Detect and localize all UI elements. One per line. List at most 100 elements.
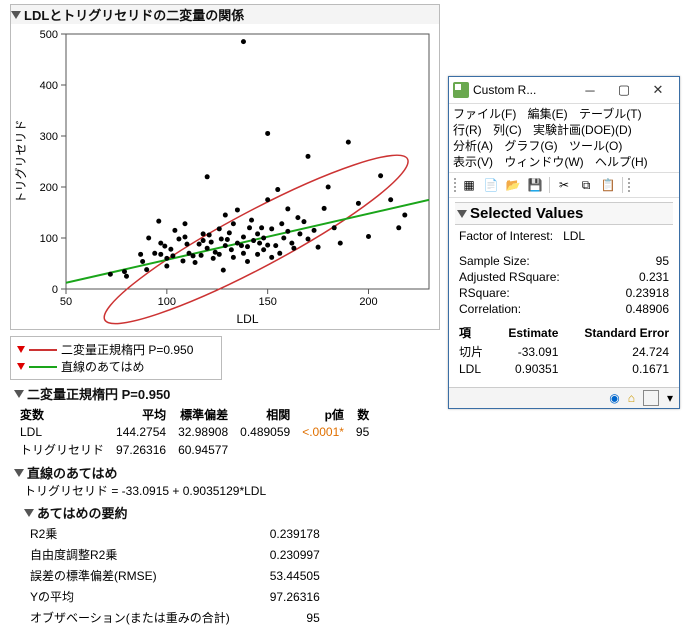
factor-value: LDL [563, 229, 585, 243]
toolbar-grip-icon[interactable] [453, 177, 457, 193]
toolbar-paste-button[interactable]: 📋 [598, 175, 618, 195]
selected-values-header[interactable]: Selected Values [455, 202, 673, 225]
legend-ellipse-label: 二変量正規楕円 P=0.950 [61, 341, 193, 358]
menu-window[interactable]: ウィンドウ(W) [504, 154, 583, 170]
disclosure-triangle-icon[interactable] [14, 390, 24, 398]
svg-text:500: 500 [40, 29, 58, 41]
ellipse-stats-header[interactable]: 二変量正規楕円 P=0.950 [14, 384, 440, 403]
svg-text:100: 100 [40, 233, 58, 245]
ellipse-stats-table: 変数 平均 標準偏差 相関 p値 数 LDL 144.2754 32.98908… [14, 405, 375, 459]
fit-section-header[interactable]: 直線のあてはめ [14, 463, 440, 482]
menu-analyze[interactable]: 分析(A) [453, 138, 493, 154]
menu-tools[interactable]: ツール(O) [569, 138, 622, 154]
col-term: 項 [455, 323, 493, 342]
legend-fit-row[interactable]: 直線のあてはめ [17, 358, 215, 375]
table-row: R2乗0.239178 [26, 524, 324, 543]
app-viewport: LDLとトリグリセリドの二変量の関係 501001502000100200300… [0, 0, 685, 637]
toolbar-open-button[interactable]: 📂 [503, 175, 523, 195]
svg-text:300: 300 [40, 131, 58, 143]
kv-adj-rsq: Adjusted RSquare:0.231 [459, 269, 669, 285]
menu-tables[interactable]: テーブル(T) [579, 106, 642, 122]
disclosure-triangle-icon[interactable] [17, 363, 25, 370]
ellipse-stats-section: 二変量正規楕円 P=0.950 変数 平均 標準偏差 相関 p値 数 LDL 1… [14, 384, 440, 459]
menu-file[interactable]: ファイル(F) [453, 106, 516, 122]
col-sd: 標準偏差 [172, 405, 234, 424]
status-nav-icon[interactable]: ◉ [609, 391, 619, 405]
statusbar: ◉ ⌂ ▾ [449, 387, 679, 408]
col-corr: 相関 [234, 405, 296, 424]
menu-help[interactable]: ヘルプ(H) [595, 154, 648, 170]
stats-block: Sample Size:95 Adjusted RSquare:0.231 RS… [459, 253, 669, 317]
table-row: オブザベーション(または重みの合計)95 [26, 608, 324, 627]
toolbar: ▦ 📄 📂 💾 ✂ ⧉ 📋 [449, 173, 679, 198]
scatter-chart: 501001502000100200300400500LDLトリグリセリド [11, 24, 441, 329]
toolbar-separator [622, 177, 623, 193]
col-se: Standard Error [562, 323, 673, 342]
col-n: 数 [350, 405, 375, 424]
table-row: LDL 0.90351 0.1671 [455, 361, 673, 377]
disclosure-triangle-icon[interactable] [17, 346, 25, 353]
toolbar-separator [549, 177, 550, 193]
svg-text:200: 200 [40, 182, 58, 194]
kv-sample-size: Sample Size:95 [459, 253, 669, 269]
kv-corr: Correlation:0.48906 [459, 301, 669, 317]
estimates-table: 項 Estimate Standard Error 切片 -33.091 24.… [455, 323, 673, 377]
app-icon [453, 82, 469, 98]
legend-line-red-icon [29, 349, 57, 351]
chart-section: LDLとトリグリセリドの二変量の関係 501001502000100200300… [10, 4, 440, 330]
disclosure-triangle-icon[interactable] [457, 210, 467, 218]
toolbar-table-button[interactable]: ▦ [459, 175, 479, 195]
disclosure-triangle-icon[interactable] [24, 509, 34, 517]
fit-summary-header[interactable]: あてはめの要約 [24, 503, 440, 522]
fit-section: 直線のあてはめ トリグリセリド = -33.0915 + 0.9035129*L… [14, 463, 440, 629]
status-dropdown-icon[interactable]: ▾ [667, 391, 673, 405]
fit-section-title: 直線のあてはめ [27, 463, 117, 482]
kv-rsq: RSquare:0.23918 [459, 285, 669, 301]
minimize-button[interactable]: ─ [573, 80, 607, 100]
table-header-row: 項 Estimate Standard Error [455, 323, 673, 342]
menu-edit[interactable]: 編集(E) [528, 106, 568, 122]
menu-rows[interactable]: 行(R) [453, 122, 482, 138]
table-row: Yの平均97.26316 [26, 587, 324, 606]
custom-results-window[interactable]: Custom R... ─ ▢ ✕ ファイル(F) 編集(E) テーブル(T) … [448, 76, 680, 409]
disclosure-triangle-icon[interactable] [14, 469, 24, 477]
table-row: 自由度調整R2乗0.230997 [26, 545, 324, 564]
menu-view[interactable]: 表示(V) [453, 154, 493, 170]
fit-equation: トリグリセリド = -33.0915 + 0.9035129*LDL [24, 482, 440, 499]
close-button[interactable]: ✕ [641, 80, 675, 100]
svg-text:0: 0 [52, 284, 58, 296]
toolbar-save-button[interactable]: 💾 [525, 175, 545, 195]
svg-text:200: 200 [359, 296, 377, 308]
legend-ellipse-row[interactable]: 二変量正規楕円 P=0.950 [17, 341, 215, 358]
menubar[interactable]: ファイル(F) 編集(E) テーブル(T) 行(R) 列(C) 実験計画(DOE… [449, 104, 679, 173]
legend: 二変量正規楕円 P=0.950 直線のあてはめ [10, 336, 222, 380]
factor-label: Factor of Interest: [459, 229, 553, 243]
disclosure-triangle-icon[interactable] [11, 11, 21, 19]
toolbar-new-button[interactable]: 📄 [481, 175, 501, 195]
svg-text:150: 150 [258, 296, 276, 308]
toolbar-cut-button[interactable]: ✂ [554, 175, 574, 195]
titlebar[interactable]: Custom R... ─ ▢ ✕ [449, 77, 679, 104]
col-p: p値 [296, 405, 350, 424]
chart-title: LDLとトリグリセリドの二変量の関係 [24, 5, 244, 24]
menu-graph[interactable]: グラフ(G) [504, 138, 557, 154]
legend-line-green-icon [29, 366, 57, 368]
table-row: LDL 144.2754 32.98908 0.489059 <.0001* 9… [14, 424, 375, 440]
chart-section-header[interactable]: LDLとトリグリセリドの二変量の関係 [11, 5, 439, 24]
factor-of-interest-row: Factor of Interest: LDL [459, 229, 669, 243]
legend-fit-label: 直線のあてはめ [61, 358, 145, 375]
menu-cols[interactable]: 列(C) [493, 122, 522, 138]
status-box-icon[interactable] [643, 390, 659, 406]
col-estimate: Estimate [493, 323, 562, 342]
chart-area[interactable]: 501001502000100200300400500LDLトリグリセリド [11, 24, 441, 329]
maximize-button[interactable]: ▢ [607, 80, 641, 100]
table-row: トリグリセリド 97.26316 60.94577 [14, 440, 375, 459]
fit-summary-section: あてはめの要約 R2乗0.239178 自由度調整R2乗0.230997 誤差の… [24, 503, 440, 629]
table-row: 誤差の標準偏差(RMSE)53.44505 [26, 566, 324, 585]
status-home-icon[interactable]: ⌂ [628, 391, 635, 405]
fit-summary-title: あてはめの要約 [37, 503, 127, 522]
toolbar-copy-button[interactable]: ⧉ [576, 175, 596, 195]
col-mean: 平均 [110, 405, 172, 424]
menu-doe[interactable]: 実験計画(DOE)(D) [533, 122, 632, 138]
toolbar-grip-icon[interactable] [627, 177, 631, 193]
